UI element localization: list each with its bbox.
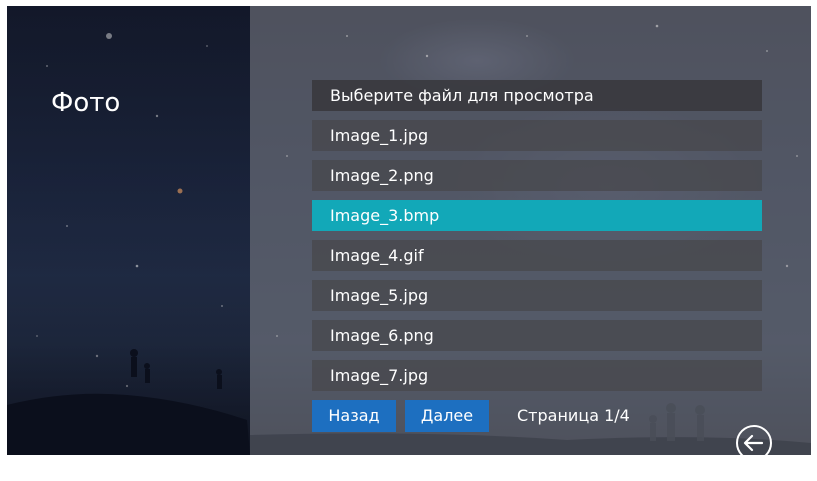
page-indicator: Страница 1/4 bbox=[517, 406, 630, 425]
file-item-1[interactable]: Image_1.jpg bbox=[312, 120, 762, 151]
file-list-header: Выберите файл для просмотра bbox=[312, 80, 762, 111]
screen: Фото Выберите файл для просмотра Image_1… bbox=[7, 6, 811, 455]
file-item-4[interactable]: Image_4.gif bbox=[312, 240, 762, 271]
file-item-3-selected[interactable]: Image_3.bmp bbox=[312, 200, 762, 231]
file-item-6[interactable]: Image_6.png bbox=[312, 320, 762, 351]
hill-silhouette-decoration bbox=[7, 349, 811, 455]
file-item-2[interactable]: Image_2.png bbox=[312, 160, 762, 191]
back-arrow-circle-icon[interactable] bbox=[735, 424, 773, 455]
file-item-5[interactable]: Image_5.jpg bbox=[312, 280, 762, 311]
next-page-button[interactable]: Далее bbox=[405, 400, 489, 432]
page-title: Фото bbox=[51, 88, 121, 118]
back-page-button[interactable]: Назад bbox=[312, 400, 396, 432]
file-item-7[interactable]: Image_7.jpg bbox=[312, 360, 762, 391]
